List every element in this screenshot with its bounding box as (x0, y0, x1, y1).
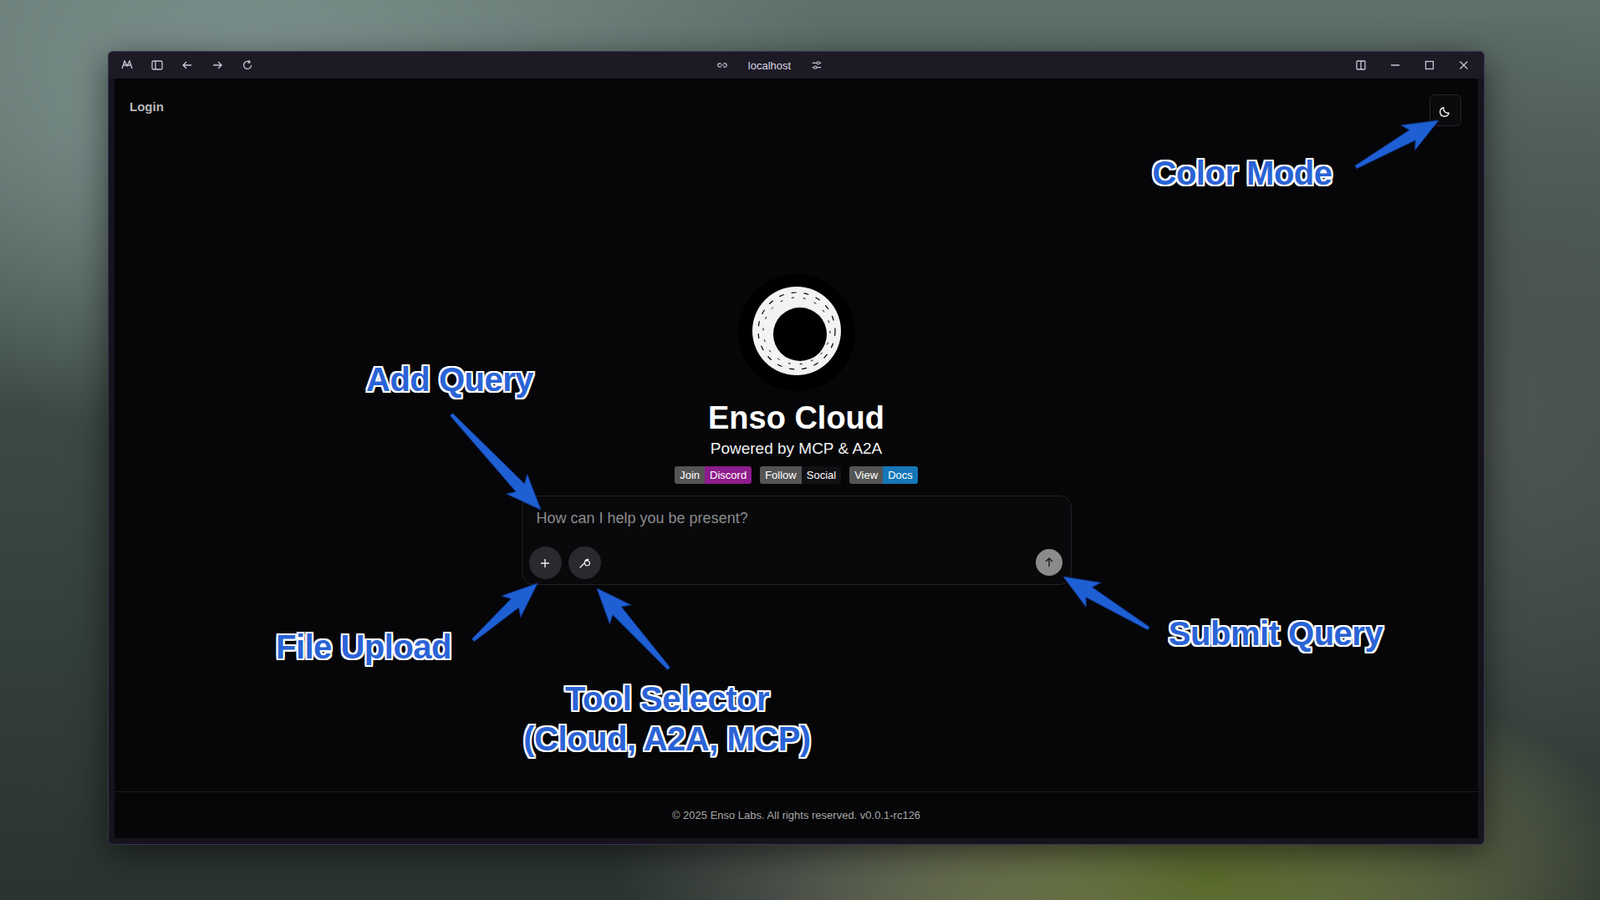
top-row: Login (114, 78, 1478, 127)
annotation-label: Add Query (366, 359, 534, 400)
address-bar[interactable]: localhost (716, 59, 823, 72)
close-icon[interactable] (1457, 58, 1471, 72)
minimize-icon[interactable] (1388, 58, 1402, 72)
annotation-title: Add Query (366, 359, 534, 400)
submit-query-button[interactable] (1035, 549, 1063, 576)
annotation-arrows (0, 0, 1600, 900)
hero-area: Enso CloudPowered by MCP & A2A JoinDiscor… (114, 126, 1478, 792)
annotation-title: Submit Query (1168, 613, 1383, 654)
query-input[interactable] (529, 503, 1063, 547)
split-view-icon[interactable] (1354, 58, 1368, 72)
badge-value: Discord (704, 466, 752, 485)
badge-label: View (849, 466, 883, 485)
link-icon (716, 59, 729, 72)
annotation-title: Color Mode (1152, 152, 1333, 194)
annotation-label: File Upload (275, 626, 452, 668)
login-link[interactable]: Login (129, 94, 164, 114)
forward-arrow-icon[interactable] (210, 58, 225, 72)
arrow-up-icon (1042, 555, 1056, 570)
app-title: Enso Cloud (708, 399, 885, 439)
title-bar: localhost (108, 51, 1484, 79)
address-text[interactable]: localhost (748, 59, 791, 72)
annotation-label: Submit Query (1168, 613, 1383, 654)
tool-selector-button[interactable] (568, 546, 602, 580)
badge[interactable]: JoinDiscord (674, 466, 752, 485)
app-subtitle: Powered by MCP & A2A (710, 438, 883, 460)
annotation-arrow-icon (596, 588, 671, 670)
annotation-arrow-icon (1355, 120, 1439, 169)
moon-icon (1438, 103, 1453, 118)
sidebar-icon[interactable] (150, 58, 164, 72)
annotation-arrow-icon (1063, 576, 1150, 631)
enso-logo-icon (738, 274, 856, 392)
annotation-arrow-icon (450, 413, 542, 510)
maximize-icon[interactable] (1422, 58, 1437, 72)
badge-value: Docs (882, 466, 918, 485)
annotation-label: Tool Selector(Cloud, A2A, MCP) (523, 678, 811, 760)
desktop: localhost Login Enso CloudPowered by MCP &… (0, 0, 1600, 900)
footer: © 2025 Enso Labs. All rights reserved. v… (114, 791, 1478, 839)
annotation-arrow-icon (472, 583, 538, 643)
badge[interactable]: FollowSocial (759, 466, 841, 485)
reload-icon[interactable] (240, 58, 255, 72)
browser-logo-icon[interactable] (120, 58, 134, 72)
badge-label: Follow (759, 466, 802, 485)
color-mode-button[interactable] (1429, 94, 1462, 127)
badge-label: Join (674, 466, 705, 485)
annotation-detail: (Cloud, A2A, MCP) (523, 718, 811, 760)
badge[interactable]: ViewDocs (849, 466, 918, 485)
annotation-title: File Upload (275, 626, 452, 668)
plus-icon (538, 556, 552, 571)
file-upload-button[interactable] (529, 546, 562, 580)
window-controls (876, 58, 1473, 72)
badge-value: Social (801, 466, 841, 485)
prompt-box (521, 495, 1072, 586)
annotation-label: Color Mode (1152, 152, 1333, 194)
wrench-icon (577, 556, 592, 571)
prompt-actions (529, 546, 1063, 580)
badge-row: JoinDiscord FollowSocial ViewDocs (674, 466, 918, 485)
toolbar-left (120, 58, 717, 72)
sliders-icon[interactable] (810, 59, 823, 72)
back-arrow-icon[interactable] (180, 58, 194, 72)
footer-text: © 2025 Enso Labs. All rights reserved. v… (672, 809, 921, 822)
annotation-title: Tool Selector (523, 678, 811, 719)
